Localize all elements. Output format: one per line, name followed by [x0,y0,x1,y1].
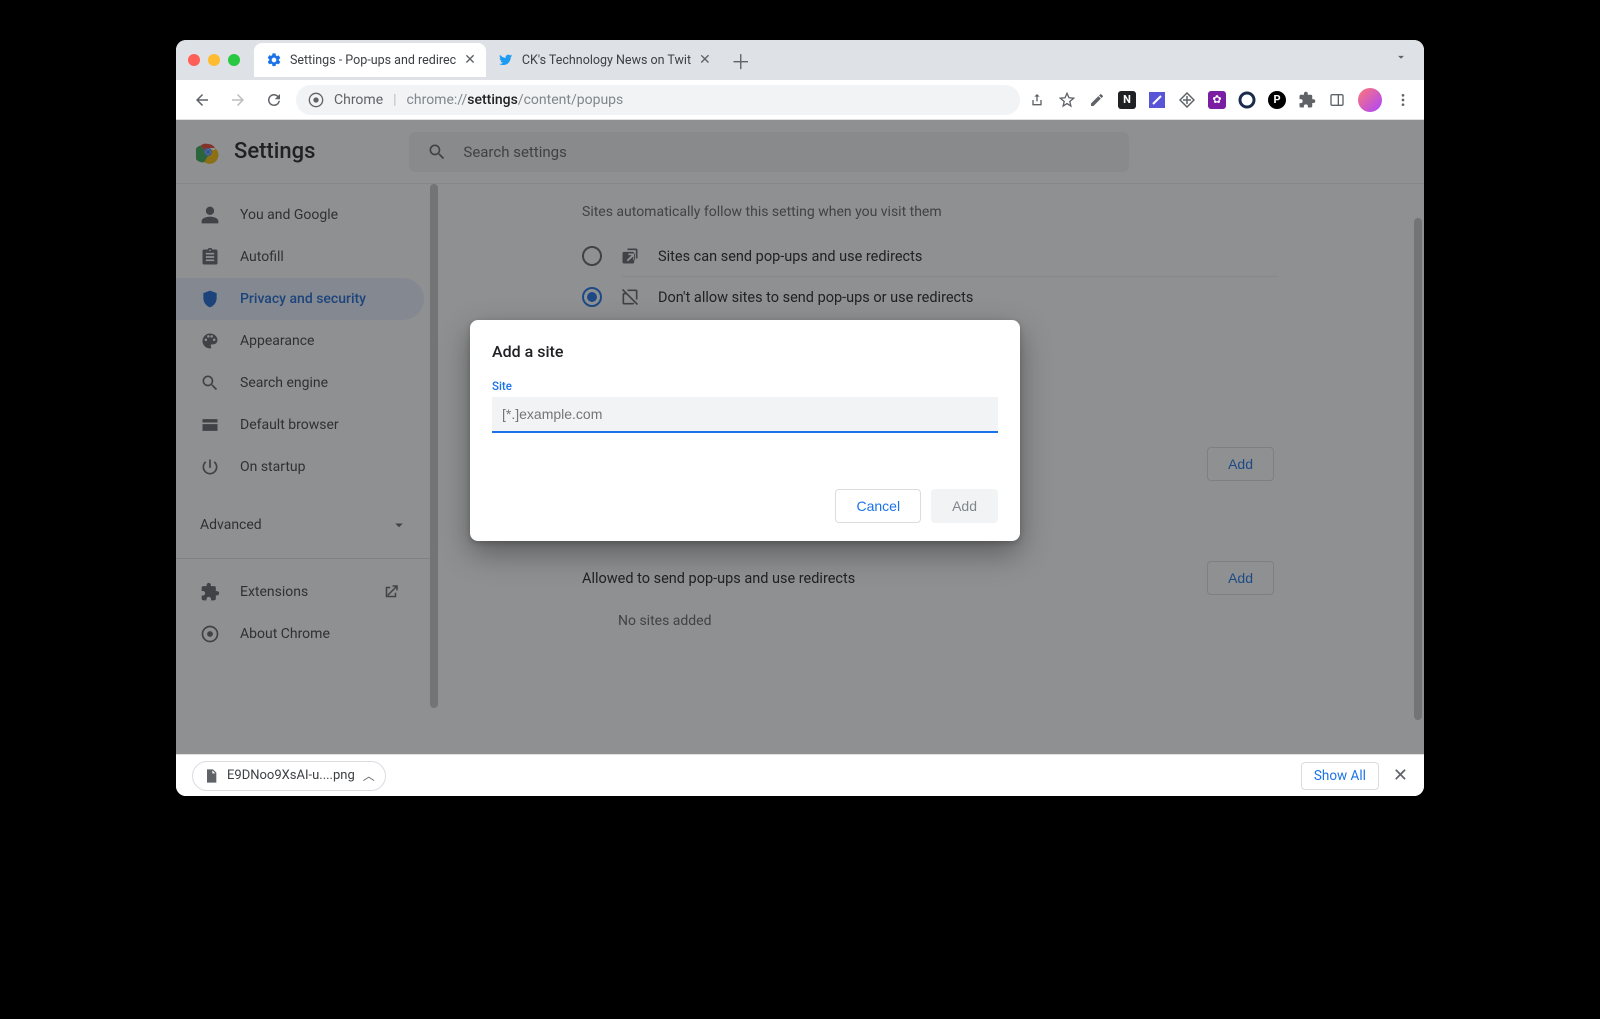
site-input[interactable] [492,397,998,433]
download-item[interactable]: E9DNoo9XsAI-u....png ︿ [192,761,386,791]
add-site-dialog: Add a site Site Cancel Add [470,320,1020,541]
close-window-button[interactable] [188,54,200,66]
chevron-up-icon[interactable]: ︿ [363,767,375,784]
dialog-field-label: Site [492,379,998,393]
kebab-menu-icon[interactable] [1394,91,1412,109]
tab-settings[interactable]: Settings - Pop-ups and redirec ✕ [254,43,486,77]
url-chip: Chrome [334,92,383,108]
tab-twitter[interactable]: CK's Technology News on Twit ✕ [486,43,721,77]
show-all-downloads-button[interactable]: Show All [1301,762,1379,790]
reload-button[interactable] [260,86,288,114]
edit-icon[interactable] [1088,91,1106,109]
tab-strip: Settings - Pop-ups and redirec ✕ CK's Te… [176,40,1424,80]
close-tab-icon[interactable]: ✕ [464,52,476,68]
cancel-button[interactable]: Cancel [835,489,921,523]
share-icon[interactable] [1028,91,1046,109]
ext-p-icon[interactable]: P [1268,91,1286,109]
ext-slash-icon[interactable] [1148,91,1166,109]
twitter-icon [498,52,514,68]
toolbar: Chrome | chrome://settings/content/popup… [176,80,1424,120]
forward-button[interactable] [224,86,252,114]
profile-avatar[interactable] [1358,88,1382,112]
chrome-favicon-icon [308,92,324,108]
close-tab-icon[interactable]: ✕ [699,52,711,68]
dialog-title: Add a site [492,342,998,361]
back-button[interactable] [188,86,216,114]
tab-title: CK's Technology News on Twit [522,53,691,68]
tab-title: Settings - Pop-ups and redirec [290,53,456,68]
minimize-window-button[interactable] [208,54,220,66]
close-shelf-icon[interactable]: ✕ [1393,765,1408,786]
ext-purple-icon[interactable]: ✿ [1208,91,1226,109]
viewport: Settings Search settings You and Google … [176,120,1424,754]
download-filename: E9DNoo9XsAI-u....png [227,768,355,783]
file-icon [203,768,219,784]
zoom-window-button[interactable] [228,54,240,66]
ext-circle-icon[interactable] [1238,91,1256,109]
add-button[interactable]: Add [931,489,998,523]
gear-icon [266,52,282,68]
ext-n-icon[interactable]: N [1118,91,1136,109]
star-icon[interactable] [1058,91,1076,109]
address-bar[interactable]: Chrome | chrome://settings/content/popup… [296,85,1020,115]
side-panel-icon[interactable] [1328,91,1346,109]
url-text: chrome://settings/content/popups [407,92,624,108]
downloads-shelf: E9DNoo9XsAI-u....png ︿ Show All ✕ [176,754,1424,796]
ext-diamond-icon[interactable] [1178,91,1196,109]
window-controls [188,54,240,66]
tabs-dropdown-icon[interactable] [1394,50,1408,64]
browser-window: Settings - Pop-ups and redirec ✕ CK's Te… [176,40,1424,796]
extension-icons: N ✿ P [1028,88,1412,112]
new-tab-button[interactable]: ＋ [727,46,755,74]
extensions-puzzle-icon[interactable] [1298,91,1316,109]
